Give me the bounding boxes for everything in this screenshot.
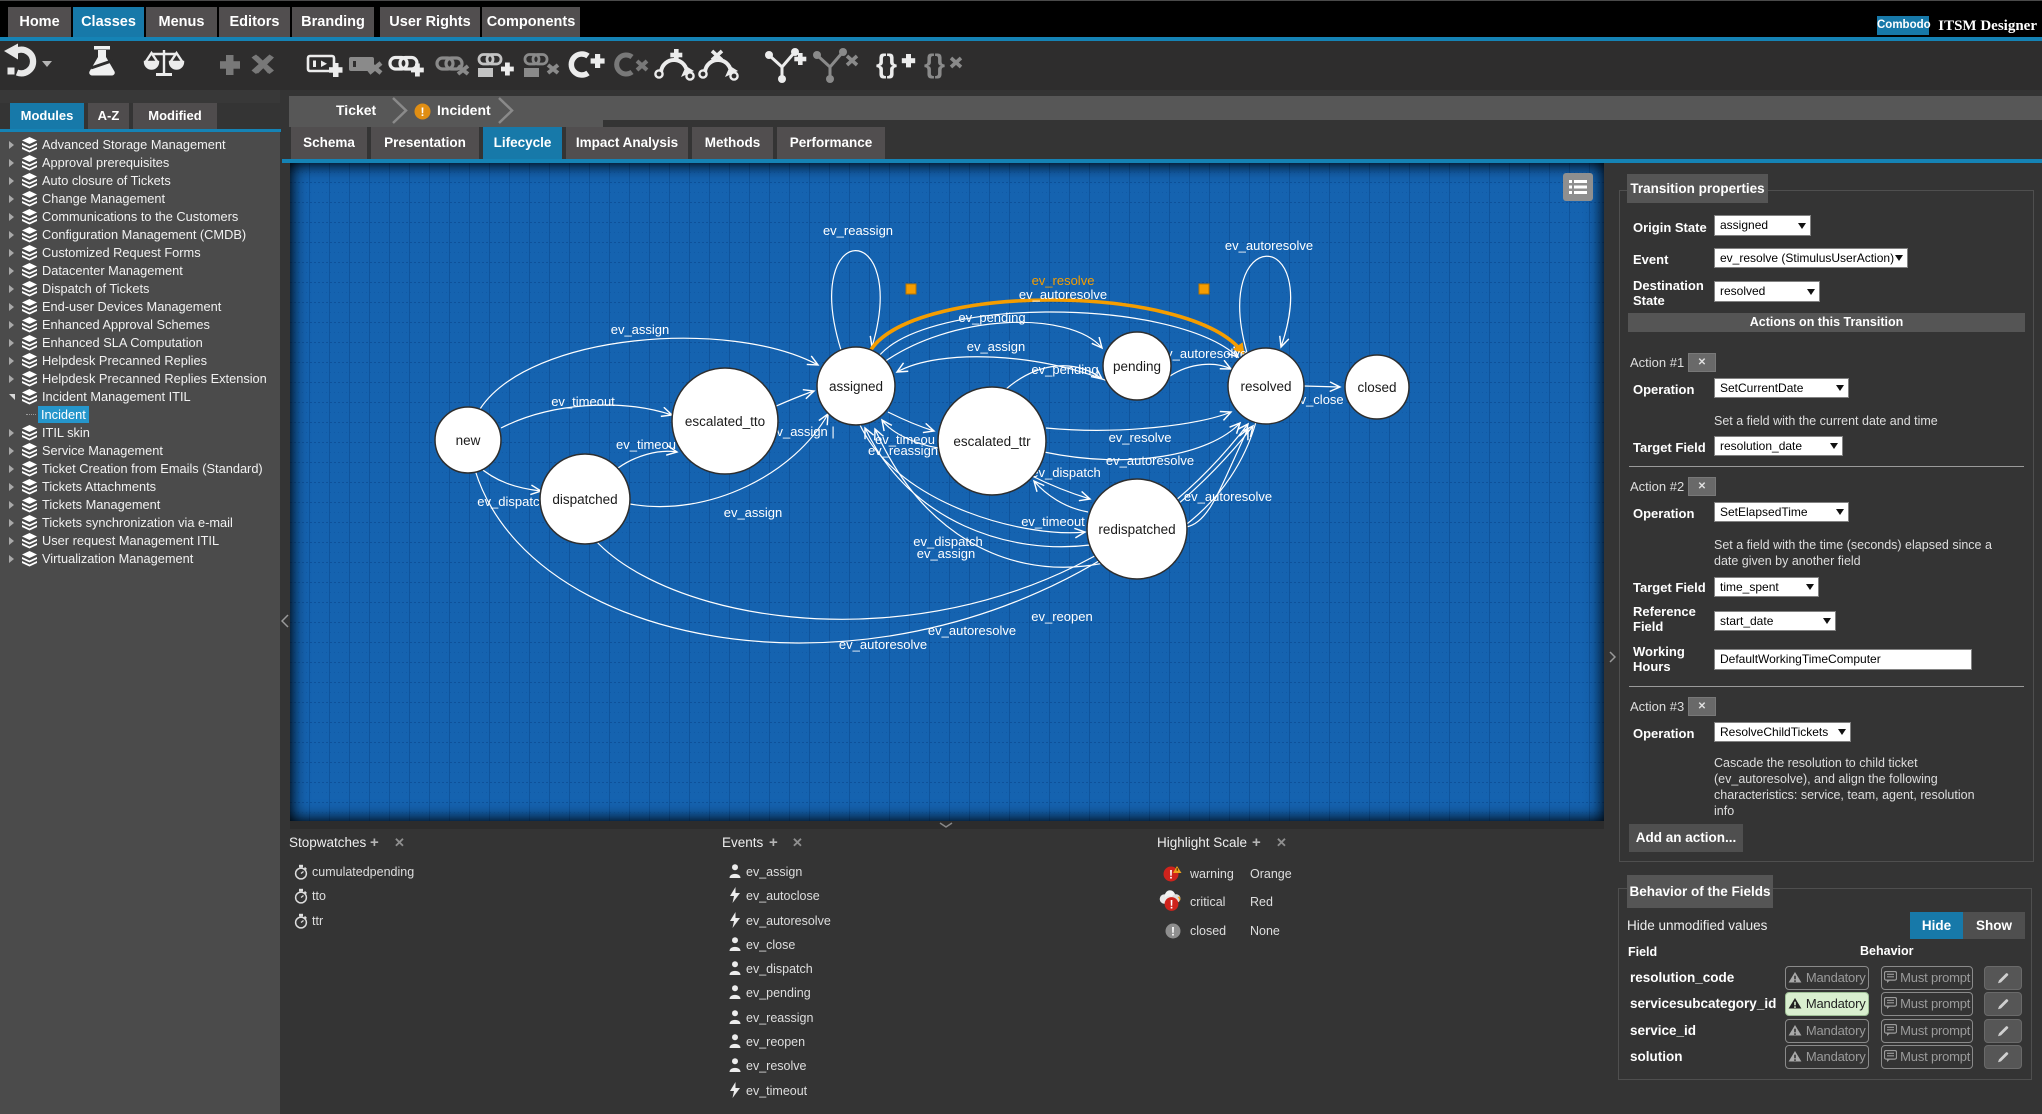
svg-text:!: !: [1171, 925, 1175, 939]
svg-text:{}: {}: [876, 49, 898, 79]
svg-text:{}: {}: [924, 49, 946, 79]
svg-text:!: !: [1170, 900, 1174, 912]
svg-text:!: !: [1169, 868, 1173, 882]
svg-text:!: !: [421, 105, 425, 119]
